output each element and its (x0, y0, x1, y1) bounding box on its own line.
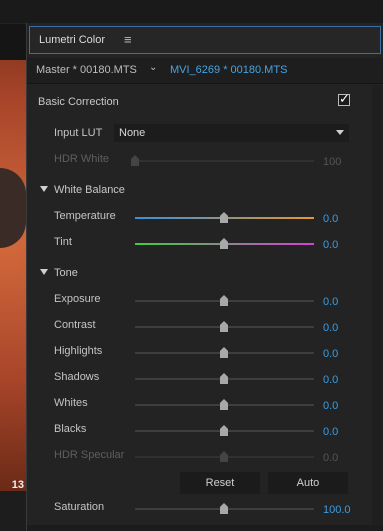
temperature-slider[interactable] (135, 211, 314, 225)
saturation-value[interactable]: 100.0 (323, 504, 351, 516)
slider-handle[interactable] (220, 212, 228, 223)
hdr-white-slider (131, 154, 314, 168)
exposure-value[interactable]: 0.0 (323, 296, 338, 308)
shadows-label: Shadows (54, 371, 100, 383)
exposure-label: Exposure (54, 293, 101, 305)
blacks-value[interactable]: 0.0 (323, 426, 338, 438)
triangle-down-icon[interactable] (40, 269, 48, 275)
slider-handle[interactable] (220, 425, 228, 436)
slider-handle[interactable] (220, 321, 228, 332)
preview-shadow (0, 168, 26, 248)
saturation-label: Saturation (54, 501, 105, 513)
highlights-value[interactable]: 0.0 (323, 348, 338, 360)
reset-button[interactable]: Reset (180, 472, 260, 494)
contrast-value[interactable]: 0.0 (323, 322, 338, 334)
whites-value[interactable]: 0.0 (323, 400, 338, 412)
highlights-slider[interactable] (135, 346, 314, 360)
chevron-down-icon[interactable]: ⌄ (149, 62, 157, 73)
contrast-slider[interactable] (135, 320, 314, 334)
basic-correction-header[interactable]: Basic Correction (38, 96, 119, 108)
program-monitor-preview: 13 (0, 60, 26, 491)
dropdown-caret-icon (336, 130, 344, 135)
blacks-label: Blacks (54, 423, 87, 435)
preview-footer (0, 491, 26, 531)
tint-label: Tint (54, 236, 72, 248)
hdr-white-value: 100 (323, 156, 342, 168)
shadows-slider[interactable] (135, 372, 314, 386)
preview-overlay-text: 13 (11, 479, 24, 491)
white-balance-header[interactable]: White Balance (54, 184, 125, 196)
slider-handle[interactable] (220, 503, 228, 514)
exposure-slider[interactable] (135, 294, 314, 308)
triangle-down-icon[interactable] (40, 186, 48, 192)
contrast-label: Contrast (54, 319, 96, 331)
hdr-specular-slider (135, 450, 314, 464)
slider-handle (131, 155, 139, 166)
panel-title: Lumetri Color (39, 34, 106, 46)
hdr-specular-label: HDR Specular (54, 449, 125, 461)
hdr-white-label: HDR White (54, 153, 110, 165)
slider-handle[interactable] (220, 399, 228, 410)
slider-handle[interactable] (220, 238, 228, 249)
blacks-slider[interactable] (135, 424, 314, 438)
sequence-clip-tab[interactable]: MVI_6269 * 00180.MTS (170, 64, 287, 76)
slider-handle[interactable] (220, 347, 228, 358)
master-clip-tab[interactable]: Master * 00180.MTS (36, 64, 137, 76)
temperature-label: Temperature (54, 210, 116, 222)
tint-slider[interactable] (135, 237, 314, 251)
basic-correction-enable-checkbox[interactable] (338, 91, 350, 107)
scrollbar[interactable] (372, 85, 382, 531)
input-lut-value: None (119, 127, 146, 139)
auto-button[interactable]: Auto (268, 472, 348, 494)
slider-handle[interactable] (220, 295, 228, 306)
saturation-slider[interactable] (135, 502, 314, 516)
highlights-label: Highlights (54, 345, 103, 357)
panel-bottom-edge (27, 525, 383, 531)
slider-track (135, 160, 314, 162)
panel-menu-icon[interactable]: ≡ (124, 32, 132, 47)
hdr-specular-value: 0.0 (323, 452, 339, 464)
top-strip (0, 0, 383, 24)
tone-header[interactable]: Tone (54, 267, 78, 279)
temperature-value[interactable]: 0.0 (323, 213, 338, 225)
slider-handle (220, 451, 228, 462)
input-lut-label: Input LUT (54, 127, 103, 139)
input-lut-dropdown[interactable]: None (114, 124, 349, 142)
whites-label: Whites (54, 397, 88, 409)
whites-slider[interactable] (135, 398, 314, 412)
shadows-value[interactable]: 0.0 (323, 374, 338, 386)
tint-value[interactable]: 0.0 (323, 239, 338, 251)
clip-selector-bar: Master * 00180.MTS ⌄ MVI_6269 * 00180.MT… (27, 58, 383, 84)
slider-handle[interactable] (220, 373, 228, 384)
panel-tab[interactable]: Lumetri Color ≡ (29, 26, 381, 54)
lumetri-color-panel: Lumetri Color ≡ Master * 00180.MTS ⌄ MVI… (26, 23, 383, 531)
